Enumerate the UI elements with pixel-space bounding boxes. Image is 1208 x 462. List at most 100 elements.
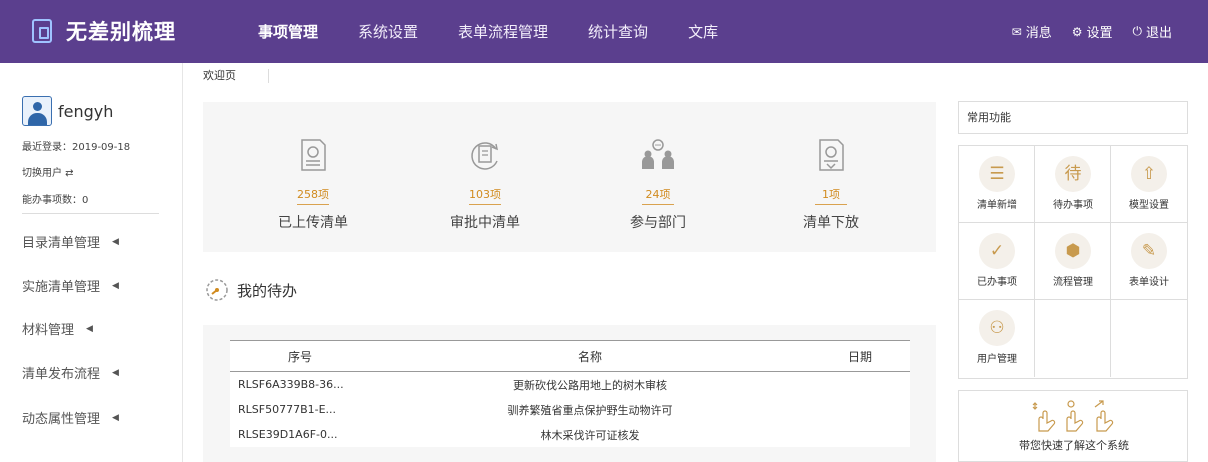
stat-count: 103项 [469, 188, 501, 201]
users-icon: ⚇ [979, 310, 1015, 346]
settings-button[interactable]: ⚙ 设置 [1071, 22, 1113, 42]
stat-underline [815, 204, 847, 205]
todo-panel: 序号 名称 日期 RLSF6A339B8-36... 更新砍伐公路用地上的树木审… [203, 325, 936, 462]
sidebar-item-dynamic-attrs[interactable]: 动态属性管理 ◀ [22, 408, 119, 427]
table-row[interactable]: RLSF50777B1-E... 驯养繁殖省重点保护野生动物许可 [230, 397, 910, 422]
cell-no: RLSF50777B1-E... [238, 403, 337, 416]
switch-user-link[interactable]: 切换用户 ⇄ [22, 164, 74, 179]
table-header: 序号 名称 日期 [230, 340, 910, 372]
stat-label: 已上传清单 [278, 215, 348, 231]
avatar [22, 96, 52, 126]
cell-name: 更新砍伐公路用地上的树木审核 [513, 378, 667, 392]
quick-item-done[interactable]: ✓ 已办事项 [959, 223, 1035, 300]
messages-label: 消息 [1025, 26, 1052, 41]
tab-welcome[interactable]: 欢迎页 [203, 69, 269, 83]
quick-item-flow[interactable]: ⬢ 流程管理 [1035, 223, 1111, 300]
stat-label: 清单下放 [803, 215, 859, 231]
column-header-name: 名称 [577, 349, 602, 364]
task-count: 能办事项数：0 [22, 195, 89, 206]
quick-item-form-design[interactable]: ✎ 表单设计 [1111, 223, 1187, 300]
top-bar: 无差别梳理 事项管理 系统设置 表单流程管理 统计查询 文库 ✉ 消息 ⚙ 设置… [0, 0, 1208, 63]
todo-header: 我的待办 [205, 278, 297, 302]
cell-name: 驯养繁殖省重点保护野生动物许可 [507, 403, 673, 417]
caret-left-icon: ◀ [112, 412, 119, 423]
quick-item-label: 清单新增 [977, 200, 1017, 211]
sidebar-item-implementation[interactable]: 实施清单管理 ◀ [22, 276, 119, 295]
column-header-date: 日期 [847, 349, 872, 364]
top-actions: ✉ 消息 ⚙ 设置 ⏻ 退出 [992, 0, 1172, 63]
column-header-no: 序号 [287, 349, 312, 364]
quick-tour-button[interactable]: 带您快速了解这个系统 [958, 390, 1188, 462]
quick-item-users[interactable]: ⚇ 用户管理 [959, 300, 1035, 377]
todo-title: 我的待办 [237, 281, 298, 300]
tour-label: 带您快速了解这个系统 [1019, 439, 1129, 452]
cell-no: RLSE39D1A6F-0... [238, 428, 338, 441]
gear-icon: ⚙ [1071, 24, 1083, 39]
quick-item-label: 表单设计 [1129, 277, 1169, 288]
brand[interactable]: 无差别梳理 [32, 16, 176, 46]
stat-count: 24项 [645, 188, 671, 201]
document-stamp-icon [301, 139, 326, 171]
logout-button[interactable]: ⏻ 退出 [1132, 22, 1172, 41]
quick-functions-grid: ☰ 清单新增 待 待办事项 ⇧ 模型设置 ✓ 已办事项 ⬢ 流程管理 ✎ 表单设… [958, 145, 1188, 379]
quick-item-model-settings[interactable]: ⇧ 模型设置 [1111, 146, 1187, 223]
user-profile: fengyh [22, 96, 113, 126]
people-group-icon [642, 139, 674, 169]
username: fengyh [58, 101, 114, 121]
table-row[interactable]: RLSF6A339B8-36... 更新砍伐公路用地上的树木审核 [230, 372, 910, 397]
check-circle-icon: ✓ [979, 233, 1015, 269]
document-refresh-icon [471, 142, 499, 170]
quick-functions-title: 常用功能 [958, 101, 1188, 134]
last-login: 最近登录：2019-09-18 [22, 142, 131, 153]
stats-panel: 258项 已上传清单 103项 审批中清单 24项 参与部门 1项 清单下放 [203, 102, 936, 252]
quick-empty-cell [1035, 300, 1111, 377]
quick-item-label: 模型设置 [1129, 200, 1169, 211]
sidebar-item-materials[interactable]: 材料管理 ◀ [22, 319, 93, 338]
phone-logo-icon [32, 19, 52, 43]
app-title: 无差别梳理 [66, 20, 176, 44]
pending-icon: 待 [1055, 156, 1091, 192]
gauge-icon [206, 279, 228, 301]
nav-item-statistics[interactable]: 统计查询 [588, 21, 648, 42]
quick-item-add-list[interactable]: ☰ 清单新增 [959, 146, 1035, 223]
cell-name: 林木采伐许可证核发 [540, 428, 640, 442]
sidebar: fengyh 最近登录：2019-09-18 切换用户 ⇄ 能办事项数：0 目录… [0, 63, 183, 462]
form-pen-icon: ✎ [1131, 233, 1167, 269]
logout-label: 退出 [1145, 26, 1172, 41]
quick-item-pending[interactable]: 待 待办事项 [1035, 146, 1111, 223]
stat-label: 审批中清单 [450, 215, 520, 231]
sidebar-item-publish-flow[interactable]: 清单发布流程 ◀ [22, 363, 119, 382]
messages-button[interactable]: ✉ 消息 [1011, 22, 1052, 42]
stat-label: 参与部门 [630, 215, 686, 231]
mail-icon: ✉ [1011, 24, 1022, 39]
list-add-icon: ☰ [979, 156, 1015, 192]
cell-no: RLSF6A339B8-36... [238, 378, 344, 391]
stat-count: 1项 [822, 188, 840, 201]
quick-item-label: 用户管理 [977, 354, 1017, 365]
caret-left-icon: ◀ [86, 323, 93, 334]
stat-count: 258项 [297, 188, 329, 201]
quick-item-label: 已办事项 [977, 277, 1017, 288]
document-download-icon [819, 139, 844, 171]
caret-left-icon: ◀ [112, 367, 119, 378]
nav-item-matters[interactable]: 事项管理 [258, 21, 318, 42]
sidebar-item-label: 实施清单管理 [22, 280, 101, 295]
quick-item-label: 流程管理 [1053, 277, 1093, 288]
divider [22, 213, 159, 214]
caret-left-icon: ◀ [112, 280, 119, 291]
stat-underline [469, 204, 501, 205]
caret-left-icon: ◀ [112, 236, 119, 247]
sidebar-item-label: 动态属性管理 [22, 412, 101, 427]
power-icon: ⏻ [1132, 24, 1142, 38]
table-row[interactable]: RLSE39D1A6F-0... 林木采伐许可证核发 [230, 422, 910, 447]
sidebar-item-label: 清单发布流程 [22, 367, 101, 382]
gesture-hands-icon [1032, 400, 1114, 432]
nav-item-system-settings[interactable]: 系统设置 [358, 21, 418, 42]
nav-item-form-flow[interactable]: 表单流程管理 [458, 21, 548, 42]
sidebar-item-catalog[interactable]: 目录清单管理 ◀ [22, 232, 119, 251]
stat-underline [642, 204, 674, 205]
nav-item-library[interactable]: 文库 [688, 21, 718, 42]
todo-table: 序号 名称 日期 RLSF6A339B8-36... 更新砍伐公路用地上的树木审… [230, 340, 910, 447]
settings-label: 设置 [1086, 26, 1113, 41]
stat-underline [297, 204, 329, 205]
